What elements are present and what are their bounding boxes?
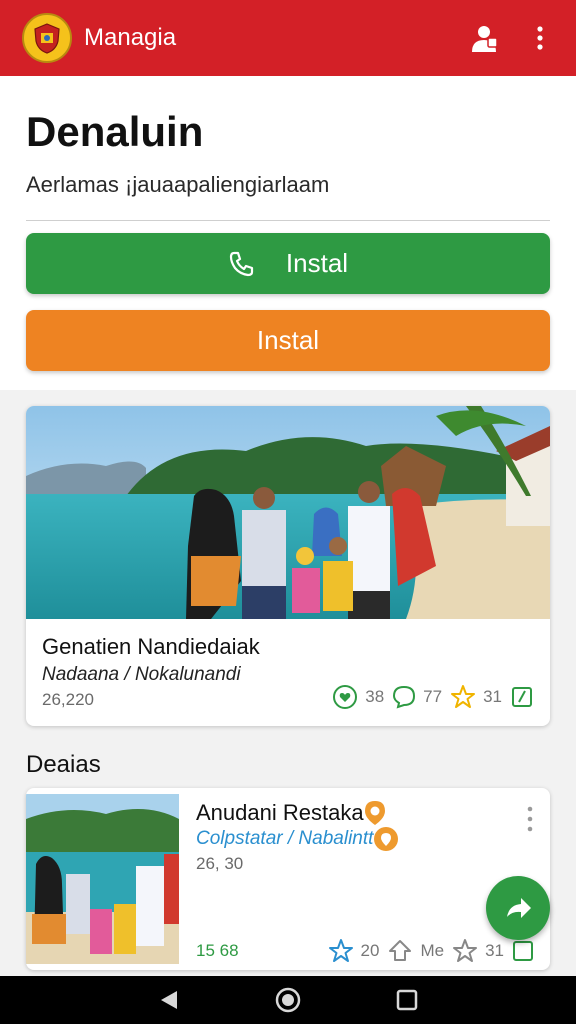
app-bar: Managia [0,0,576,76]
item-favorite-count: 31 [485,941,504,960]
install-call-label: Instal [285,248,349,278]
install-call-button[interactable]: Instal [26,233,550,294]
install-button[interactable]: Instal [26,310,550,371]
star-icon [451,685,476,708]
bookmark-icon [513,941,533,961]
share-arrow-icon [389,940,412,961]
item-favorite-stat[interactable]: 31 [452,938,504,964]
home-circle-icon [275,987,301,1013]
save-stat[interactable] [510,685,534,709]
featured-subtitle: Nadaana / Nokalunandi [42,664,241,685]
item-star-count: 20 [360,941,380,960]
item-save-stat[interactable] [512,940,534,962]
item-subtitle[interactable]: Colpstatar / Nabalintt [196,826,399,852]
app-title: Managia [84,24,177,51]
item-share-stat[interactable]: Me [387,938,444,964]
featured-stats: 38 77 31 [324,684,534,710]
phone-icon [228,250,256,278]
section-title: Deaias [26,751,101,778]
location-badge-icon [374,827,399,851]
comment-count: 77 [423,687,443,706]
item-title: Anudani Restaka [196,800,386,826]
system-nav-bar [0,976,576,1024]
list-item[interactable]: Anudani Restaka Colpstatar / Nabalintt 2… [26,788,550,970]
comment-icon [393,685,416,709]
location-pin-icon [364,801,385,825]
account-button[interactable] [462,16,506,60]
item-stats: 20 Me 31 [320,938,534,964]
item-star-stat[interactable]: 20 [328,938,380,964]
comment-stat[interactable]: 77 [392,685,442,709]
recents-square-icon [396,989,417,1011]
hero-panel: Denaluin Aerlamas ¡jauaapaliengiarlaam I… [0,76,576,390]
beach-thumbnail [26,794,179,964]
rating-count: 31 [483,687,502,706]
more-vert-icon [537,26,543,50]
item-menu-button[interactable] [520,802,540,836]
featured-title: Genatien Nandiedaiak [42,634,260,659]
featured-number: 26,220 [42,690,94,709]
rating-stat[interactable]: 31 [450,684,502,710]
star-icon [328,939,353,962]
item-title-text: Anudani Restaka [196,800,364,825]
forward-arrow-icon [507,898,531,918]
item-share-label: Me [420,941,445,960]
share-fab[interactable] [486,876,550,940]
featured-card[interactable]: Genatien Nandiedaiak Nadaana / Nokalunan… [26,406,550,726]
home-button[interactable] [268,980,308,1020]
install-label: Instal [256,325,320,355]
like-count: 38 [365,687,385,706]
back-button[interactable] [149,980,189,1020]
star-outline-icon [453,939,478,962]
app-logo [22,13,72,63]
recents-button[interactable] [387,980,427,1020]
item-number: 26, 30 [196,854,244,873]
heart-icon [333,685,358,709]
person-icon [472,26,498,52]
beach-photo [26,406,550,619]
item-subtitle-text: Colpstatar / Nabalintt [196,828,374,849]
page-title: Denaluin [26,108,204,155]
bookmark-icon [512,687,532,707]
more-vert-icon [527,806,533,832]
item-count: 15 68 [196,941,239,960]
page-subtitle: Aerlamas ¡jauaapaliengiarlaam [26,172,330,197]
like-stat[interactable]: 38 [332,684,384,710]
overflow-menu-button[interactable] [518,16,562,60]
divider [26,220,550,221]
back-triangle-icon [161,991,178,1009]
